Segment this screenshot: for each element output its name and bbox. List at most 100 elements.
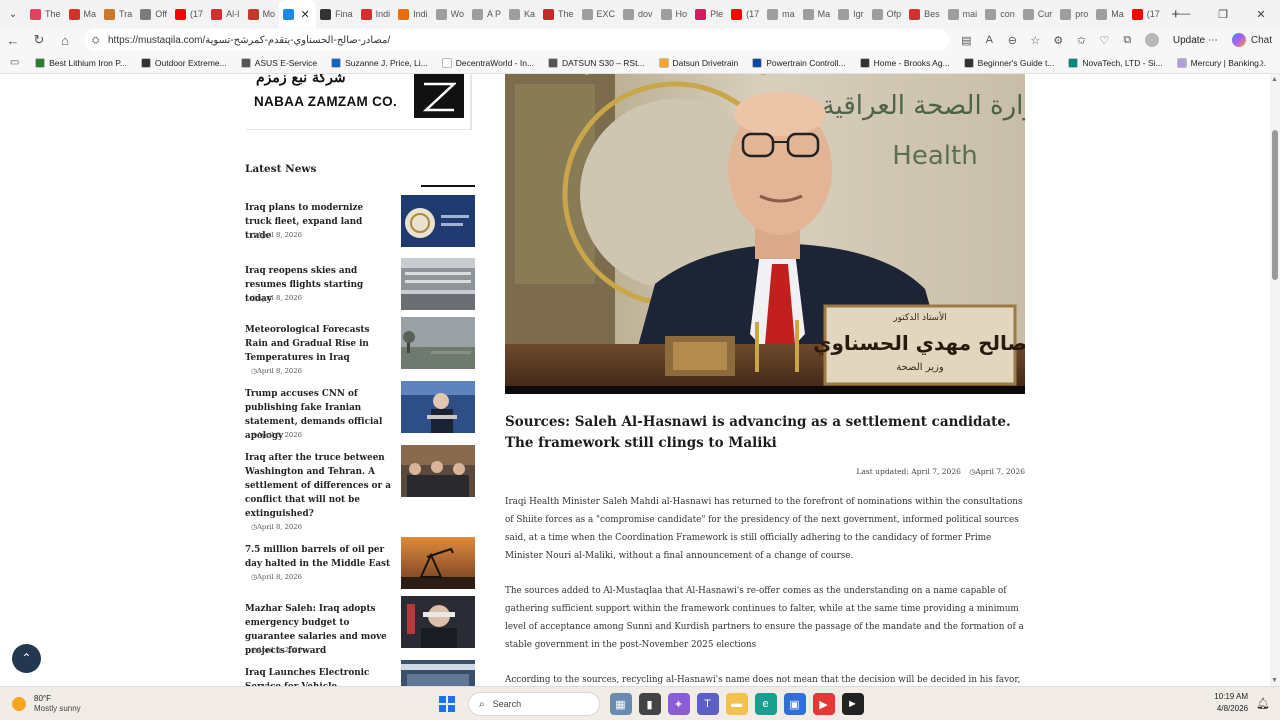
browser-tab[interactable]: Ma	[65, 0, 101, 28]
browser-tab[interactable]: Al-I	[207, 0, 244, 28]
news-thumbnail[interactable]	[401, 317, 475, 369]
extensions-icon[interactable]: ⚙	[1047, 34, 1070, 47]
notification-bell-icon[interactable]: 🔔︎	[1256, 697, 1270, 710]
browser-tab[interactable]: Fina	[316, 0, 357, 28]
bookmark-item[interactable]: Beginner's Guide t...	[963, 57, 1054, 68]
edge-browser-icon[interactable]: e	[754, 693, 777, 715]
news-thumbnail[interactable]	[401, 381, 475, 433]
maximize-icon[interactable]: ❐	[1204, 8, 1242, 21]
news-thumbnail[interactable]	[401, 660, 475, 686]
browser-tab[interactable]: pro	[1056, 0, 1092, 28]
browser-tab[interactable]: Cur	[1019, 0, 1057, 28]
scroll-up-icon[interactable]: ▲	[1271, 76, 1278, 83]
news-thumbnail[interactable]	[401, 445, 475, 497]
bookmarks-more-icon[interactable]: ›	[1260, 55, 1264, 69]
browser-tab[interactable]: Ofp	[868, 0, 906, 28]
news-thumbnail[interactable]	[401, 596, 475, 648]
browser-tab[interactable]: (17	[171, 0, 207, 28]
tab-actions-icon[interactable]: ⌄	[0, 9, 26, 20]
browser-tab[interactable]: Igr	[834, 0, 868, 28]
profile-avatar[interactable]	[1144, 33, 1159, 47]
minimize-icon[interactable]: —	[1166, 8, 1204, 20]
copilot-chat-button[interactable]: Chat	[1231, 33, 1272, 47]
task-view-icon[interactable]: ▦	[609, 693, 632, 715]
copilot-app-icon[interactable]: ✦	[667, 693, 690, 715]
url-field[interactable]: ⛭ https://mustaqila.com/مصادر-صالح-الحسن…	[84, 29, 949, 51]
reader-mode-icon[interactable]: ▤	[955, 34, 978, 47]
browser-tab[interactable]: Mo	[244, 0, 280, 28]
favorite-star-icon[interactable]: ☆	[1024, 34, 1047, 47]
bookmark-item[interactable]: Suzanne J. Price, Li...	[331, 57, 428, 68]
page-scrollbar[interactable]: ▲ ▼	[1270, 74, 1280, 686]
browser-tab[interactable]: Indi	[357, 0, 395, 28]
back-icon[interactable]: ←	[0, 33, 26, 48]
bookmark-item[interactable]: ASUS E-Service	[240, 57, 317, 68]
bookmark-item[interactable]: DATSUN S30 – RSt...	[548, 57, 645, 68]
store-icon[interactable]: ▣	[783, 693, 806, 715]
browser-essentials-icon[interactable]: ♡	[1093, 34, 1116, 47]
start-button[interactable]	[436, 693, 458, 715]
update-button[interactable]: Update ⋯	[1173, 35, 1218, 46]
browser-tab[interactable]: (17	[727, 0, 763, 28]
bookmark-item[interactable]: Mercury | Banking...	[1176, 57, 1266, 68]
file-explorer-dark-icon[interactable]: ▮	[638, 693, 661, 715]
youtube-icon[interactable]: ▶	[812, 693, 835, 715]
home-icon[interactable]: ⌂	[52, 33, 78, 48]
bookmark-item[interactable]: NovaTech, LTD - Si...	[1068, 57, 1163, 68]
tab-active[interactable]: ✕	[279, 0, 317, 28]
browser-tab[interactable]: Ma	[1092, 0, 1128, 28]
favorites-icon[interactable]: ✩	[1070, 34, 1093, 47]
news-title[interactable]: Meteorological Forecasts Rain and Gradua…	[245, 323, 391, 365]
browser-tab[interactable]: ma	[763, 0, 799, 28]
site-info-icon[interactable]: ⛭	[92, 35, 104, 46]
taskbar-search[interactable]: ⌕ Search	[468, 692, 600, 716]
browser-tab[interactable]: dov	[619, 0, 657, 28]
browser-tab[interactable]: (17	[1128, 0, 1164, 28]
browser-tab[interactable]: EXC	[578, 0, 620, 28]
browser-tab[interactable]: Ka	[505, 0, 539, 28]
bookmark-item[interactable]: Powertrain Controll...	[752, 57, 846, 68]
news-thumbnail[interactable]	[401, 537, 475, 589]
close-window-icon[interactable]: ✕	[1242, 8, 1280, 21]
translate-icon[interactable]: A	[978, 34, 1001, 46]
browser-tab[interactable]: Bes	[905, 0, 944, 28]
teams-icon[interactable]: T	[696, 693, 719, 715]
tracking-icon[interactable]: ⊖	[1001, 34, 1024, 47]
browser-tab[interactable]: Tra	[100, 0, 136, 28]
browser-tab[interactable]: mai	[944, 0, 982, 28]
chat-label: Chat	[1250, 34, 1272, 46]
scrollbar-thumb[interactable]	[1272, 130, 1278, 280]
browser-tab[interactable]: The	[539, 0, 578, 28]
browser-tab[interactable]: Ma	[799, 0, 835, 28]
scroll-down-icon[interactable]: ▼	[1271, 677, 1278, 684]
collections-icon[interactable]: ⧉	[1116, 34, 1139, 47]
browser-tab[interactable]: Wo	[432, 0, 468, 28]
media-player-icon[interactable]: ►	[841, 693, 864, 715]
browser-tab[interactable]: The	[26, 0, 65, 28]
sponsor-banner[interactable]: شركة نبع زمزم NABAA ZAMZAM CO.	[246, 74, 472, 130]
system-clock[interactable]: 10:19 AM 4/8/2026	[1214, 691, 1248, 715]
weather-widget[interactable]: 80°F Mostly sunny	[12, 694, 81, 714]
refresh-icon[interactable]: ↻	[26, 32, 52, 48]
browser-tab[interactable]: Ple	[691, 0, 727, 28]
back-to-top-button[interactable]: ⌃	[12, 644, 41, 673]
news-title[interactable]: 7.5 million barrels of oil per day halte…	[245, 543, 391, 571]
bookmark-item[interactable]: DecentraWorld - In...	[441, 57, 534, 68]
news-title[interactable]: Iraq Launches Electronic Service for Veh…	[245, 666, 391, 686]
browser-tab[interactable]: A P	[468, 0, 505, 28]
file-explorer-icon[interactable]: ▬	[725, 693, 748, 715]
browser-tab[interactable]: Ho	[657, 0, 692, 28]
news-title[interactable]: Iraq after the truce between Washington …	[245, 451, 391, 521]
article-hero-image[interactable]: وزارة الصحة العراقية Health	[505, 74, 1025, 394]
browser-tab[interactable]: con	[981, 0, 1019, 28]
bookmark-item[interactable]: Datsun Drivetrain	[658, 57, 738, 68]
close-tab-icon[interactable]: ✕	[298, 8, 312, 21]
bookmark-item[interactable]: Outdoor Extreme...	[140, 57, 227, 68]
bookmarks-menu-icon[interactable]: ▭	[0, 57, 29, 68]
browser-tab[interactable]: Off	[136, 0, 171, 28]
news-thumbnail[interactable]	[401, 195, 475, 247]
browser-tab[interactable]: Indi	[394, 0, 432, 28]
bookmark-item[interactable]: Home - Brooks Ag...	[859, 57, 950, 68]
news-thumbnail[interactable]	[401, 258, 475, 310]
bookmark-item[interactable]: Best Lithium Iron P...	[35, 57, 127, 68]
